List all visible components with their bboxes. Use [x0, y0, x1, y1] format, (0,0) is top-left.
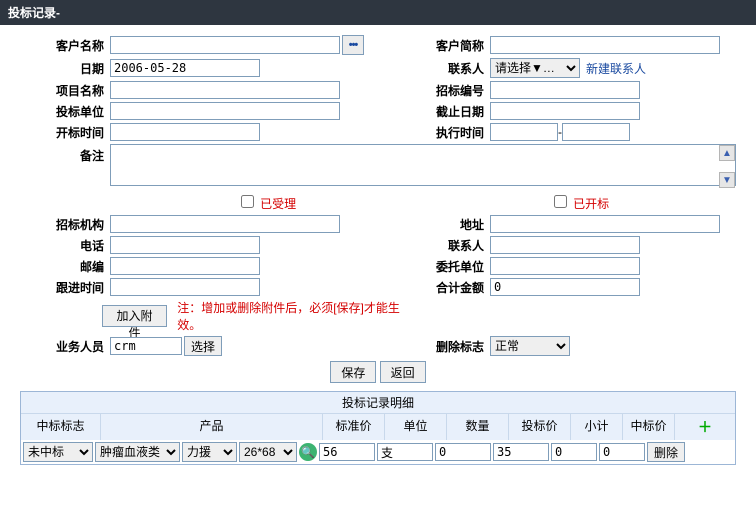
label-project: 项目名称 [20, 82, 110, 99]
row-subtotal-input[interactable] [551, 443, 597, 461]
page-title: 投标记录- [8, 6, 60, 20]
scroll-up-icon[interactable]: ▲ [719, 145, 735, 161]
label-customer-name: 客户名称 [20, 37, 110, 54]
label-entrust-unit: 委托单位 [400, 258, 490, 275]
detail-grid: 投标记录明细 中标标志 产品 标准价 单位 数量 投标价 小计 中标价 ＋ 未中… [20, 391, 736, 465]
open-time-input[interactable] [110, 123, 260, 141]
label-delete-flag: 删除标志 [400, 338, 490, 355]
row-bid-price-input[interactable] [493, 443, 549, 461]
opened-checkbox[interactable] [554, 195, 567, 208]
back-button[interactable]: 返回 [380, 361, 426, 383]
col-unit: 单位 [385, 414, 447, 440]
form: 客户名称 ••• 客户简称 日期 联系人 请选择▼… 新建联系人 项目名称 招标… [0, 25, 756, 383]
contact-select[interactable]: 请选择▼… [490, 58, 580, 78]
label-exec-time: 执行时间 [400, 124, 490, 141]
add-row-icon[interactable]: ＋ [698, 419, 712, 435]
col-qty: 数量 [447, 414, 509, 440]
row-win-flag-select[interactable]: 未中标 [23, 442, 93, 462]
label-staff: 业务人员 [20, 338, 110, 355]
grid-header: 中标标志 产品 标准价 单位 数量 投标价 小计 中标价 ＋ [21, 414, 735, 440]
grid-row: 未中标 肿瘤血液类 力援 26*68 🔍 删除 [21, 440, 735, 464]
grid-title: 投标记录明细 [21, 392, 735, 414]
label-open-time: 开标时间 [20, 124, 110, 141]
col-win-flag: 中标标志 [21, 414, 101, 440]
new-contact-link[interactable]: 新建联系人 [586, 60, 646, 77]
bid-unit-input[interactable] [110, 102, 340, 120]
row-product2-select[interactable]: 力援 [182, 442, 237, 462]
entrust-unit-input[interactable] [490, 257, 640, 275]
label-contact2: 联系人 [400, 237, 490, 254]
label-total-amount: 合计金额 [400, 279, 490, 296]
search-product-icon[interactable]: 🔍 [299, 443, 317, 461]
label-opened: 已开标 [573, 197, 609, 211]
scroll-down-icon[interactable]: ▼ [719, 172, 735, 188]
row-std-price-input[interactable] [319, 443, 375, 461]
row-delete-button[interactable]: 删除 [647, 442, 685, 462]
exec-time-to-input[interactable] [562, 123, 630, 141]
label-remark: 备注 [20, 144, 110, 164]
customer-short-input[interactable] [490, 36, 720, 54]
attach-note: 注：增加或删除附件后，必须[保存]才能生效。 [177, 299, 400, 333]
phone-input[interactable] [110, 236, 260, 254]
total-amount-input[interactable] [490, 278, 640, 296]
bid-number-input[interactable] [490, 81, 640, 99]
row-qty-input[interactable] [435, 443, 491, 461]
label-postcode: 邮编 [20, 258, 110, 275]
page-header: 投标记录- [0, 0, 756, 25]
label-bid-number: 招标编号 [400, 82, 490, 99]
col-std-price: 标准价 [323, 414, 385, 440]
label-address: 地址 [400, 216, 490, 233]
label-follow-time: 跟进时间 [20, 279, 110, 296]
accepted-checkbox[interactable] [241, 195, 254, 208]
label-bid-unit: 投标单位 [20, 103, 110, 120]
customer-name-input[interactable] [110, 36, 340, 54]
add-attachment-button[interactable]: 加入附件 [102, 305, 167, 327]
remark-textarea[interactable] [110, 144, 736, 186]
col-subtotal: 小计 [571, 414, 623, 440]
contact2-input[interactable] [490, 236, 640, 254]
bid-org-input[interactable] [110, 215, 340, 233]
label-phone: 电话 [20, 237, 110, 254]
col-action: ＋ [675, 414, 735, 440]
row-unit-input[interactable] [377, 443, 433, 461]
col-win-price: 中标价 [623, 414, 675, 440]
date-input[interactable] [110, 59, 260, 77]
exec-time-from-input[interactable] [490, 123, 558, 141]
follow-time-input[interactable] [110, 278, 260, 296]
row-product3-select[interactable]: 26*68 [239, 442, 297, 462]
delete-flag-select[interactable]: 正常 [490, 336, 570, 356]
label-contact: 联系人 [400, 60, 490, 77]
deadline-input[interactable] [490, 102, 640, 120]
lookup-customer-button[interactable]: ••• [342, 35, 364, 55]
address-input[interactable] [490, 215, 720, 233]
select-staff-button[interactable]: 选择 [184, 336, 222, 356]
row-product1-select[interactable]: 肿瘤血液类 [95, 442, 180, 462]
postcode-input[interactable] [110, 257, 260, 275]
label-deadline: 截止日期 [400, 103, 490, 120]
label-date: 日期 [20, 60, 110, 77]
project-name-input[interactable] [110, 81, 340, 99]
label-accepted: 已受理 [260, 197, 296, 211]
row-win-price-input[interactable] [599, 443, 645, 461]
label-customer-short: 客户简称 [400, 37, 490, 54]
label-bid-org: 招标机构 [20, 216, 110, 233]
col-bid-price: 投标价 [509, 414, 571, 440]
col-product: 产品 [101, 414, 323, 440]
staff-input[interactable] [110, 337, 182, 355]
save-button[interactable]: 保存 [330, 361, 376, 383]
